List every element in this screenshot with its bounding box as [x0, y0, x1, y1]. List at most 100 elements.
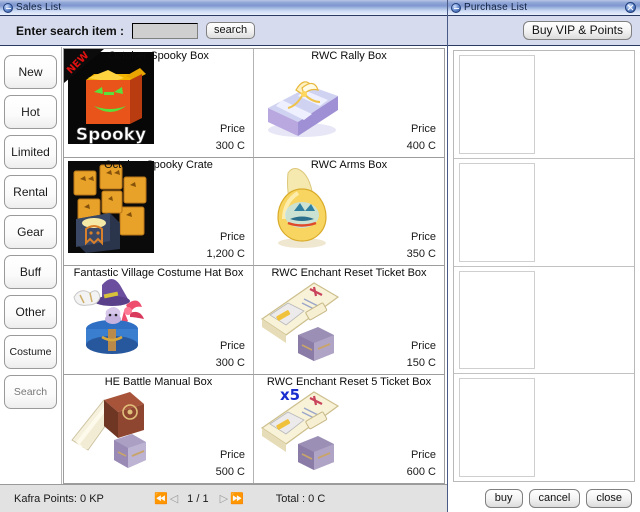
- slot-thumbnail-placeholder: [459, 55, 535, 154]
- sidebar-item-label: Rental: [13, 185, 48, 199]
- item-price-value: 600 C: [406, 466, 436, 478]
- item-price-label: Price: [410, 339, 436, 352]
- last-page-icon[interactable]: ⏩: [230, 492, 244, 505]
- slot-thumbnail-placeholder: [459, 378, 535, 477]
- purchase-list-toolbar: Buy VIP & Points: [448, 16, 640, 46]
- buy-vip-points-button[interactable]: Buy VIP & Points: [522, 21, 632, 40]
- item-name: Fantastic Village Costume Hat Box: [73, 267, 244, 279]
- purchase-slot[interactable]: [454, 374, 634, 481]
- total-label: Total : 0 C: [275, 492, 326, 505]
- purchase-slot[interactable]: [454, 51, 634, 159]
- item-price-value: 400 C: [406, 139, 436, 152]
- item-cell[interactable]: x5 RWC Enchant Reset 5 Ticket Box Price …: [254, 374, 444, 483]
- ticket-box-icon: [258, 378, 344, 470]
- item-price-value: 1,200 C: [206, 248, 245, 260]
- sales-list-toolbar: Enter search item : search: [0, 16, 447, 46]
- item-cell[interactable]: RWC Rally Box Price 400 C: [254, 49, 444, 158]
- item-price-label: Price: [219, 122, 245, 135]
- search-label: Enter search item :: [16, 23, 125, 38]
- sales-window-root: Sales List Enter search item : search Ne…: [0, 0, 640, 512]
- sidebar-item-search[interactable]: Search: [4, 375, 57, 409]
- purchase-slot[interactable]: [454, 267, 634, 375]
- purchase-slot[interactable]: [454, 159, 634, 267]
- item-price-label: Price: [410, 231, 436, 243]
- item-price-value: 500 C: [215, 466, 245, 478]
- slot-thumbnail-placeholder: [459, 162, 535, 262]
- sidebar-item-gear[interactable]: Gear: [4, 215, 57, 249]
- item-cell[interactable]: Spooky NEW October Spooky Box Price 300 …: [64, 49, 254, 158]
- item-price-value: 300 C: [215, 139, 245, 152]
- golden-egg-icon: [258, 161, 344, 253]
- item-name: HE Battle Manual Box: [104, 375, 213, 388]
- category-sidebar: New Hot Limited Rental Gear Buff Other C…: [0, 47, 62, 484]
- slot-thumbnail-placeholder: [459, 270, 535, 370]
- item-cell[interactable]: Fantastic Village Costume Hat Box Price …: [64, 266, 254, 375]
- sidebar-item-label: Costume: [9, 346, 52, 358]
- item-price-label: Price: [410, 122, 436, 135]
- close-circle-icon[interactable]: [625, 2, 636, 13]
- pagination: ⏪ ◁ 1 / 1 ▷ ⏩: [154, 492, 244, 506]
- item-grid: Spooky NEW October Spooky Box Price 300 …: [63, 48, 445, 484]
- item-price-value: 300 C: [215, 356, 245, 369]
- window-dot-icon: [3, 2, 13, 13]
- purchase-slot-list: [453, 50, 635, 482]
- item-price-label: Price: [219, 231, 245, 243]
- purchase-list-window: Purchase List Buy VIP & Points buy cance…: [448, 0, 640, 512]
- sidebar-item-costume[interactable]: Costume: [4, 335, 57, 369]
- sales-list-body: New Hot Limited Rental Gear Buff Other C…: [0, 46, 447, 484]
- page-indicator: 1 / 1: [187, 492, 209, 505]
- sidebar-item-label: Hot: [21, 105, 40, 119]
- purchase-list-titlebar: Purchase List: [448, 0, 640, 16]
- item-name: RWC Rally Box: [311, 50, 387, 62]
- item-cell[interactable]: RWC Enchant Reset Ticket Box Price 150 C: [254, 266, 444, 375]
- sidebar-item-buff[interactable]: Buff: [4, 255, 57, 289]
- sidebar-item-label: New: [18, 65, 43, 79]
- item-multiplier-badge: x5: [280, 385, 301, 404]
- sidebar-item-label: Other: [15, 305, 46, 319]
- item-cell[interactable]: RWC Arms Box Price 350 C: [254, 157, 444, 266]
- search-input[interactable]: [132, 22, 199, 39]
- item-price-value: 150 C: [406, 356, 436, 369]
- item-cell[interactable]: October Spooky Crate Price 1,200 C: [64, 157, 254, 266]
- kafra-points-label: Kafra Points: 0 KP: [14, 492, 104, 505]
- item-name: RWC Enchant Reset Ticket Box: [271, 267, 427, 279]
- spooky-crate-icon: [68, 160, 154, 253]
- sidebar-item-label: Limited: [11, 145, 50, 159]
- gift-box-icon: [258, 52, 344, 144]
- first-page-icon[interactable]: ⏪: [154, 492, 168, 505]
- close-button[interactable]: close: [586, 488, 632, 508]
- sidebar-item-new[interactable]: New: [4, 55, 57, 89]
- sales-list-titlebar: Sales List: [0, 0, 447, 16]
- svg-text:Spooky: Spooky: [76, 125, 146, 144]
- item-price-value: 350 C: [406, 248, 436, 260]
- item-cell[interactable]: HE Battle Manual Box Price 500 C: [64, 374, 254, 483]
- battle-manual-icon: [68, 378, 154, 470]
- sales-list-window: Sales List Enter search item : search Ne…: [0, 0, 448, 512]
- item-price-label: Price: [219, 339, 245, 352]
- sidebar-item-other[interactable]: Other: [4, 295, 57, 329]
- next-page-icon[interactable]: ▷: [220, 492, 229, 505]
- sales-list-statusbar: Kafra Points: 0 KP ⏪ ◁ 1 / 1 ▷ ⏩ Total :…: [0, 484, 447, 512]
- sales-list-title: Sales List: [16, 2, 62, 13]
- item-name: RWC Arms Box: [310, 158, 388, 171]
- sidebar-item-rental[interactable]: Rental: [4, 175, 57, 209]
- item-name: October Spooky Crate: [104, 158, 213, 171]
- prev-page-icon[interactable]: ◁: [170, 492, 179, 505]
- item-price-label: Price: [219, 449, 245, 461]
- item-grid-wrap: Spooky NEW October Spooky Box Price 300 …: [62, 47, 447, 484]
- purchase-list-body: [448, 46, 640, 484]
- search-button[interactable]: search: [206, 22, 256, 39]
- sidebar-item-hot[interactable]: Hot: [4, 95, 57, 129]
- new-badge-icon: NEW: [64, 49, 104, 83]
- sidebar-item-label: Search: [13, 386, 48, 398]
- costume-hat-icon: [68, 269, 154, 361]
- purchase-list-title: Purchase List: [464, 2, 528, 13]
- ticket-box-icon: [258, 269, 344, 361]
- sidebar-item-label: Buff: [19, 265, 42, 279]
- buy-button[interactable]: buy: [484, 488, 523, 508]
- sidebar-item-limited[interactable]: Limited: [4, 135, 57, 169]
- sidebar-item-label: Gear: [17, 225, 44, 239]
- purchase-list-footer: buy cancel close: [448, 484, 640, 512]
- cancel-button[interactable]: cancel: [528, 488, 581, 508]
- window-dot-icon: [451, 2, 461, 13]
